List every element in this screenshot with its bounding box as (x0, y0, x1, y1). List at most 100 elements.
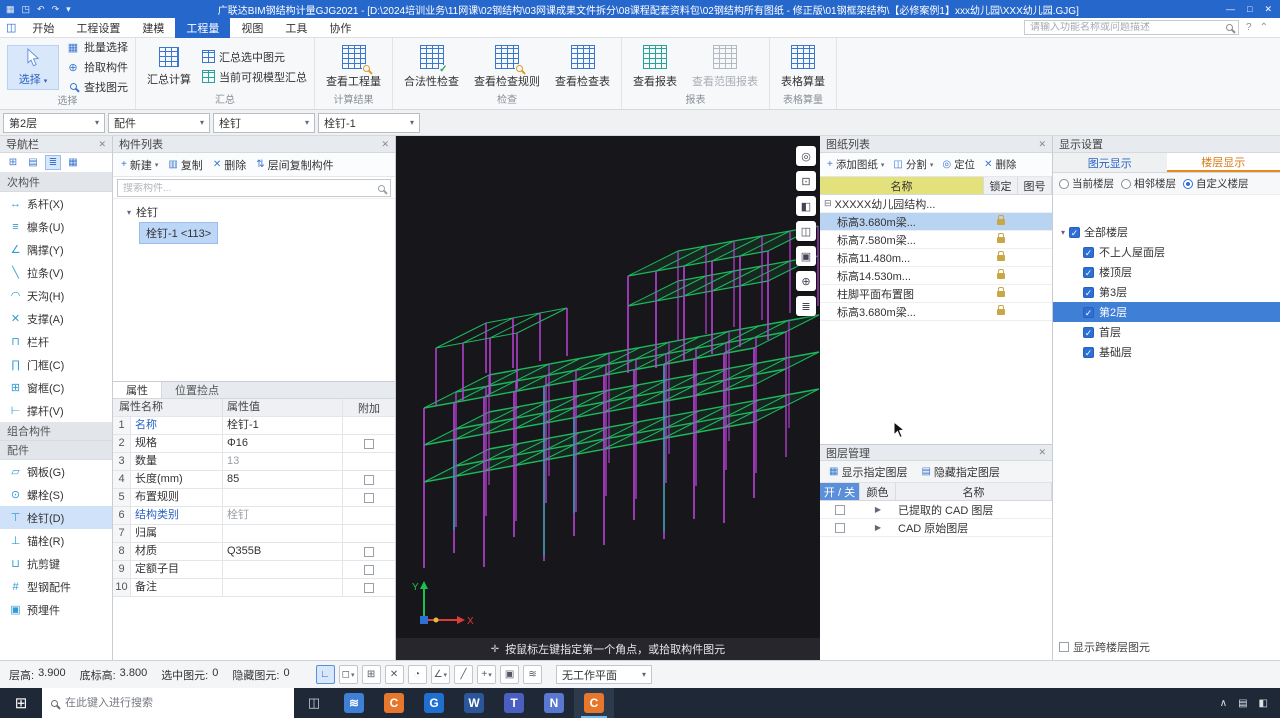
drawing-row[interactable]: ⊟ XXXXX幼儿园结构... (820, 195, 1052, 213)
save-icon[interactable]: ◳ (22, 4, 31, 15)
property-value[interactable]: 13 (223, 453, 343, 470)
task-view-icon[interactable]: ◫ (294, 688, 334, 718)
sidebar-item[interactable]: ∏ 门框(C) (0, 353, 112, 376)
status-tool-icon[interactable]: ◔▾ (407, 665, 427, 684)
sidebar-item[interactable]: ⊢ 撑杆(V) (0, 399, 112, 422)
summary-calc-button[interactable]: 汇总计算 (143, 46, 195, 88)
legality-check-button[interactable]: ✓ 合法性检查 (400, 44, 463, 90)
layer-visibility-checkbox[interactable] (835, 522, 845, 533)
viewport-tool-icon[interactable]: ≣ (796, 296, 816, 316)
drawing-row[interactable]: ⊟标高11.480m... (820, 249, 1052, 267)
property-attach-checkbox[interactable] (364, 492, 374, 503)
view-check-table-button[interactable]: 查看检查表 (551, 44, 614, 90)
viewport-tool-icon[interactable]: ◫ (796, 221, 816, 241)
status-tool-icon[interactable]: ╱▾ (454, 665, 474, 684)
floor-selector[interactable]: 第2层 ▾ (3, 112, 105, 133)
drawing-row[interactable]: ⊟标高3.680m梁... (820, 303, 1052, 321)
function-search-input[interactable] (1030, 22, 1223, 33)
layer-expand-icon[interactable]: ▶ (860, 505, 896, 514)
floor-row[interactable]: 楼顶层 (1053, 262, 1280, 282)
find-element-button[interactable]: 查找图元 (66, 79, 128, 95)
viewport-tool-icon[interactable]: ◧ (796, 196, 816, 216)
taskbar-app-icon[interactable]: W (454, 688, 494, 718)
hide-layers-button[interactable]: ▤ 隐藏指定图层 (917, 463, 1003, 481)
tray-display-icon[interactable]: ▤ (1238, 698, 1247, 709)
taskbar-app-icon[interactable]: N (534, 688, 574, 718)
component-list-close-icon[interactable]: ✕ (381, 139, 389, 150)
floor-tree-root[interactable]: ▾ 全部楼层 (1053, 222, 1280, 242)
viewport-tool-icon[interactable]: ▣ (796, 246, 816, 266)
property-attach-checkbox[interactable] (364, 546, 374, 557)
maximize-button[interactable]: □ (1247, 4, 1252, 15)
nav-section-accessory[interactable]: 配件 (0, 441, 112, 460)
taskbar-search-input[interactable] (65, 697, 285, 709)
tab-position-pick[interactable]: 位置捡点 (162, 382, 232, 398)
lock-icon[interactable] (997, 232, 1005, 243)
undo-icon[interactable]: ↶ (37, 4, 45, 15)
component-toolbar-button[interactable]: ⇅ 层间复制构件 ▾ (252, 155, 337, 175)
quick-access-caret-icon[interactable]: ▾ (66, 4, 71, 15)
menu-tab[interactable]: 视图 (230, 18, 274, 38)
floor-checkbox[interactable] (1083, 246, 1094, 258)
nav-mode-tree-icon[interactable]: ⊞ (5, 155, 21, 170)
menu-tab[interactable]: 协作 (318, 18, 362, 38)
component-search-input[interactable] (123, 182, 374, 194)
component-group[interactable]: ▾ 栓钉 (113, 202, 395, 222)
floor-row[interactable]: 不上人屋面层 (1053, 242, 1280, 262)
sidebar-item[interactable]: ✕ 支撑(A) (0, 307, 112, 330)
start-button[interactable]: ⊞ (0, 688, 42, 718)
view-report-button[interactable]: 查看报表 (629, 44, 681, 90)
app-menu-icon[interactable]: ▦ (6, 4, 15, 15)
property-value[interactable]: 栓钉-1 (223, 417, 343, 434)
status-tool-icon[interactable]: ◻ ▾ (338, 665, 358, 684)
lock-icon[interactable] (997, 214, 1005, 225)
drawing-header-name[interactable]: 名称 (820, 177, 984, 194)
status-tool-icon[interactable]: ▣▾ (500, 665, 520, 684)
floor-checkbox[interactable] (1083, 326, 1094, 338)
table-quantity-button[interactable]: 表格算量 (777, 44, 829, 90)
sidebar-item[interactable]: ╲ 拉条(V) (0, 261, 112, 284)
status-tool-icon[interactable]: ≋▾ (523, 665, 543, 684)
sidebar-item[interactable]: ⊤ 栓钉(D) (0, 506, 112, 529)
menu-tab[interactable]: 工具 (274, 18, 318, 38)
help-icon[interactable]: ? (1246, 22, 1252, 33)
menu-tab[interactable]: 工程设置 (65, 18, 131, 38)
property-value[interactable] (223, 579, 343, 596)
property-attach-checkbox[interactable] (364, 438, 374, 449)
view-check-rules-button[interactable]: 查看检查规则 (470, 44, 544, 90)
sidebar-item[interactable]: ◠ 天沟(H) (0, 284, 112, 307)
tray-volume-icon[interactable]: ◧ (1259, 698, 1268, 709)
status-tool-icon[interactable]: ✕▾ (384, 665, 404, 684)
nav-close-icon[interactable]: ✕ (98, 139, 106, 150)
nav-mode-grid-icon[interactable]: ▦ (65, 155, 81, 170)
category-selector[interactable]: 配件 ▾ (108, 112, 210, 133)
floor-checkbox[interactable] (1083, 266, 1094, 278)
workplane-selector[interactable]: 无工作平面 ▾ (556, 665, 653, 684)
lock-icon[interactable] (997, 304, 1005, 315)
drawing-toolbar-button[interactable]: ◎ 定位 ▾ (938, 155, 979, 174)
collapse-icon[interactable]: ▾ (1061, 228, 1065, 237)
menu-tab[interactable]: 建模 (131, 18, 175, 38)
function-search[interactable] (1024, 20, 1240, 35)
drawing-row[interactable]: ⊟标高3.680m梁... (820, 213, 1052, 231)
sidebar-item[interactable]: ▣ 预埋件 (0, 598, 112, 621)
pick-component-button[interactable]: ⊕ 拾取构件 (66, 59, 128, 75)
component-toolbar-button[interactable]: + 新建 ▾ (117, 155, 162, 175)
lock-icon[interactable] (997, 268, 1005, 279)
floor-mode-radio[interactable]: 当前楼层 (1059, 176, 1114, 191)
sidebar-item[interactable]: ≡ 檩条(U) (0, 215, 112, 238)
layer-expand-icon[interactable]: ▶ (860, 523, 896, 532)
property-attach-checkbox[interactable] (364, 474, 374, 485)
sidebar-item[interactable]: # 型钢配件 (0, 575, 112, 598)
drawing-row[interactable]: ⊟标高14.530m... (820, 267, 1052, 285)
minimize-button[interactable]: — (1226, 4, 1235, 15)
floor-row[interactable]: 基础层 (1053, 342, 1280, 362)
cross-floor-option[interactable]: 显示跨楼层图元 (1059, 639, 1150, 655)
taskbar-app-icon[interactable]: ≋ (334, 688, 374, 718)
drawing-list-close-icon[interactable]: ✕ (1038, 139, 1046, 150)
layer-manager-close-icon[interactable]: ✕ (1038, 447, 1046, 458)
view-quantity-button[interactable]: 查看工程量 (322, 44, 385, 90)
model-viewport[interactable]: ◎ ⊡ ◧ ◫ ▣ ⊕ ≣ Y X ✛ 按鼠标左键指定第一个角点，或拾取构件图元 (396, 136, 820, 660)
taskbar-app-icon[interactable]: G (414, 688, 454, 718)
drawing-row[interactable]: ⊟柱脚平面布置图 (820, 285, 1052, 303)
